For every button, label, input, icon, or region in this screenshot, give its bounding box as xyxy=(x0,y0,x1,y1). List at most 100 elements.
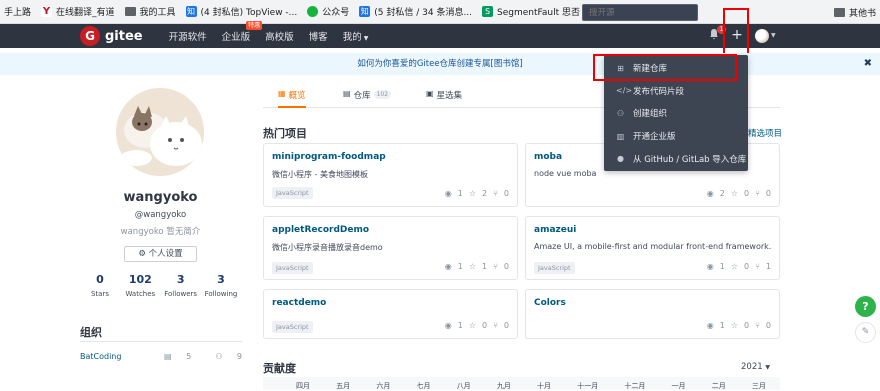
language-tag[interactable]: JavaScript xyxy=(272,187,313,199)
project-card[interactable]: Colors ◉ 1 ☆ 0 ⑂ 0 xyxy=(525,289,780,339)
contributions-title: 贡献度 xyxy=(263,362,296,375)
stat-followers[interactable]: 3 Followers xyxy=(161,273,201,298)
profile-avatar[interactable] xyxy=(116,88,204,176)
watch-count: 1 xyxy=(457,189,463,198)
fork-count: 0 xyxy=(503,321,509,330)
close-icon[interactable]: ✖ xyxy=(864,53,872,75)
project-name[interactable]: reactdemo xyxy=(272,298,326,308)
stat-number: 102 xyxy=(128,273,152,286)
project-name[interactable]: appletRecordDemo xyxy=(272,225,369,235)
stat-number: 3 xyxy=(217,273,225,286)
bookmark-label: 其他书 xyxy=(848,8,876,19)
help-button[interactable]: ? xyxy=(855,296,876,317)
tab-overview[interactable]: ▦ 概览 xyxy=(278,89,306,108)
nav-enterprise-label: 企业版 xyxy=(221,32,251,43)
gitee-logo-icon: G xyxy=(80,26,100,46)
highlight-box xyxy=(723,8,749,57)
project-card[interactable]: appletRecordDemo 微信小程序录音播放录音demo JavaScr… xyxy=(263,216,518,280)
project-desc: node vue moba xyxy=(534,169,597,178)
project-name[interactable]: miniprogram-foodmap xyxy=(272,152,386,162)
fork-icon: ⑂ xyxy=(755,262,760,271)
star-icon: ☆ xyxy=(468,321,476,330)
bookmark-label: 公众号 xyxy=(322,8,350,18)
nav-enterprise[interactable]: 企业版 特惠 xyxy=(221,21,263,43)
bookmark-label: 手上路 xyxy=(4,8,32,18)
project-desc: 微信小程序 - 美食地图模板 xyxy=(272,170,368,179)
watch-icon: ◉ xyxy=(706,321,714,330)
bookmark-item[interactable]: 知 (5 封私信 / 34 条消息... xyxy=(355,0,478,23)
project-stats: ◉ 1 ☆ 0 ⑂ 0 xyxy=(439,321,509,330)
watch-count: 2 xyxy=(719,189,725,198)
gitee-logo[interactable]: G gitee xyxy=(80,26,143,46)
stat-number: 3 xyxy=(176,273,185,286)
bookmark-folder[interactable]: 我的工具 xyxy=(121,0,182,23)
caret-down-icon[interactable]: ▼ xyxy=(771,32,776,39)
repo-icon: ▤ xyxy=(163,352,172,361)
project-name[interactable]: Colors xyxy=(534,298,566,308)
star-icon: ☆ xyxy=(730,262,738,271)
fork-count: 0 xyxy=(503,262,509,271)
tab-label: 星选集 xyxy=(436,91,463,101)
folder-icon xyxy=(124,7,136,16)
nav-mine-label: 我的 xyxy=(342,32,362,43)
star-count: 0 xyxy=(482,321,488,330)
nav-open-source[interactable]: 开源软件 xyxy=(169,29,207,43)
user-avatar-small[interactable] xyxy=(755,29,769,43)
fork-count: 1 xyxy=(765,262,771,271)
tab-repos[interactable]: ▤ 仓库 102 xyxy=(343,89,392,108)
segmentfault-icon: S xyxy=(482,6,494,17)
bookmark-other-folder[interactable]: 其他书 xyxy=(833,0,880,23)
project-name[interactable]: moba xyxy=(534,152,562,162)
menu-import-repo[interactable]: ● 从 GitHub / GitLab 导入仓库 xyxy=(604,147,748,170)
org-repo-value: 5 xyxy=(186,352,192,361)
project-name[interactable]: amazeui xyxy=(534,225,576,235)
settings-button-label: 个人设置 xyxy=(148,249,183,259)
project-card[interactable]: amazeui Amaze UI, a mobile-first and mod… xyxy=(525,216,780,280)
nav-education[interactable]: 高校版 xyxy=(265,29,294,43)
stat-watches[interactable]: 102 Watches xyxy=(120,273,160,298)
bookmark-item[interactable]: 公众号 xyxy=(303,0,355,23)
nav-blog[interactable]: 博客 xyxy=(309,29,328,43)
nav-mine[interactable]: 我的 ▼ xyxy=(343,29,369,43)
org-item: BatCoding ▤ 5 ⚇ 9 xyxy=(80,352,242,361)
watch-count: 1 xyxy=(719,262,725,271)
star-collection-icon: ▣ xyxy=(426,89,434,98)
year-select[interactable]: 2021 ▼ xyxy=(741,362,770,372)
highlight-box xyxy=(593,54,737,81)
feedback-edit-icon[interactable]: ✎ xyxy=(855,322,876,343)
language-tag[interactable]: JavaScript xyxy=(534,262,575,274)
bookmark-item[interactable]: Y 在线翻译_有道 xyxy=(37,0,121,23)
fork-icon: ⑂ xyxy=(493,321,498,330)
org-member-value: 9 xyxy=(236,352,242,361)
org-name-link[interactable]: BatCoding xyxy=(80,352,121,361)
project-card[interactable]: miniprogram-foodmap 微信小程序 - 美食地图模板 JavaS… xyxy=(263,143,518,207)
tab-label: 仓库 xyxy=(353,91,371,101)
stat-following[interactable]: 3 Following xyxy=(201,273,241,298)
caret-down-icon: ▼ xyxy=(765,364,770,371)
bookmark-item[interactable]: 手上路 xyxy=(0,0,37,23)
menu-enterprise[interactable]: ▥ 开通企业版 xyxy=(604,125,748,148)
project-stats: ◉ 1 ☆ 2 ⑂ 0 xyxy=(439,189,509,198)
star-count: 0 xyxy=(744,262,750,271)
stat-label: Watches xyxy=(125,290,156,298)
language-tag[interactable]: JavaScript xyxy=(272,321,313,333)
repo-icon: ▤ xyxy=(343,89,351,98)
tab-star-collections[interactable]: ▣ 星选集 xyxy=(426,89,462,108)
fork-count: 0 xyxy=(765,189,771,198)
menu-label: 开通企业版 xyxy=(633,132,676,143)
bookmark-item[interactable]: 知 (4 封私信) TopView -... xyxy=(182,0,304,23)
language-tag[interactable]: JavaScript xyxy=(272,262,313,274)
menu-new-org[interactable]: ⚇ 创建组织 xyxy=(604,102,748,125)
building-icon: ▥ xyxy=(616,131,625,141)
project-card[interactable]: reactdemo JavaScript ◉ 1 ☆ 0 ⑂ 0 xyxy=(263,289,518,339)
search-input[interactable] xyxy=(582,4,698,21)
settings-button[interactable]: ⚙ 个人设置 xyxy=(124,246,197,262)
zhihu-icon: 知 xyxy=(359,6,371,17)
menu-label: 发布代码片段 xyxy=(633,86,685,97)
bookmark-item[interactable]: S SegmentFault 思否 xyxy=(478,0,586,23)
github-icon: ● xyxy=(617,154,624,164)
notice-link[interactable]: 如何为你喜爱的Gitee仓库创建专属[图书馆] xyxy=(357,59,522,69)
stat-stars[interactable]: 0 Stars xyxy=(80,273,120,298)
featured-projects-link[interactable]: 精选项目 xyxy=(748,127,782,139)
menu-new-snippet[interactable]: </> 发布代码片段 xyxy=(604,80,748,103)
